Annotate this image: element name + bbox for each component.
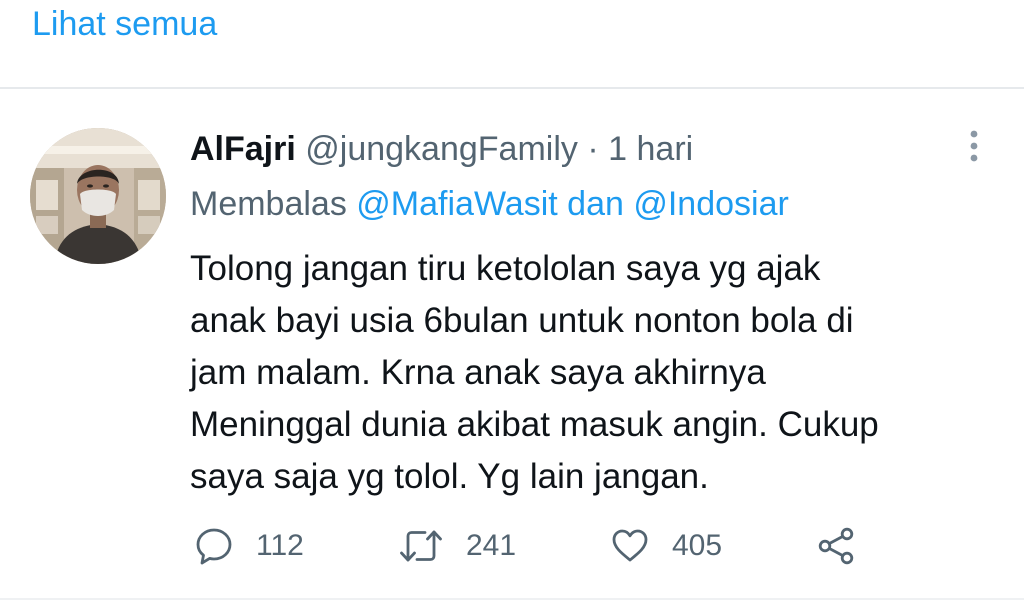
author-name[interactable]: AlFajri [190,130,296,168]
retweet-button[interactable]: 241 [398,522,516,570]
retweet-count: 241 [466,529,517,562]
reply-icon [196,528,232,565]
tweet-header: AlFajri @jungkangFamily · 1 hari [190,127,693,171]
tweet-text-line: saya saja yg tolol. Yg lain jangan. [190,457,709,496]
reply-context: Membalas @MafiaWasit dan @Indosiar [190,182,789,226]
tweet-thread-view: Lihat semua AlFajri @jungkangFamily · 1 … [0,0,1024,604]
retweet-icon [400,530,442,562]
tweet-text: Tolong jangan tiru ketololan saya yg aja… [190,243,1010,503]
heart-icon [612,529,648,562]
avatar[interactable] [30,128,166,264]
like-button[interactable]: 405 [610,522,722,570]
tweet-actions: 112 241 405 [190,522,890,570]
like-count: 405 [672,529,723,562]
more-vertical-icon [970,130,978,162]
divider [0,87,1024,89]
author-handle[interactable]: @jungkangFamily [305,130,578,168]
see-all-link[interactable]: Lihat semua [32,2,217,46]
divider [0,598,1024,600]
tweet-text-line: Meninggal dunia akibat masuk angin. Cuku… [190,405,879,444]
share-icon [818,527,854,565]
mention-mafiawasit[interactable]: @MafiaWasit [356,185,557,223]
reply-button[interactable]: 112 [194,522,304,570]
tweet-text-line: Tolong jangan tiru ketololan saya yg aja… [190,249,821,288]
tweet-timestamp[interactable]: 1 hari [608,130,693,168]
reply-prefix: Membalas [190,185,347,223]
reply-count: 112 [256,529,304,562]
reply-conjunction: dan [567,185,624,223]
more-options-button[interactable] [962,128,986,164]
tweet-text-line: jam malam. Krna anak saya akhirnya [190,353,766,392]
header-separator: · [587,130,599,168]
avatar-photo [30,128,166,264]
mention-indosiar[interactable]: @Indosiar [633,185,788,223]
share-button[interactable] [816,522,856,570]
tweet-text-line: anak bayi usia 6bulan untuk nonton bola … [190,301,854,340]
